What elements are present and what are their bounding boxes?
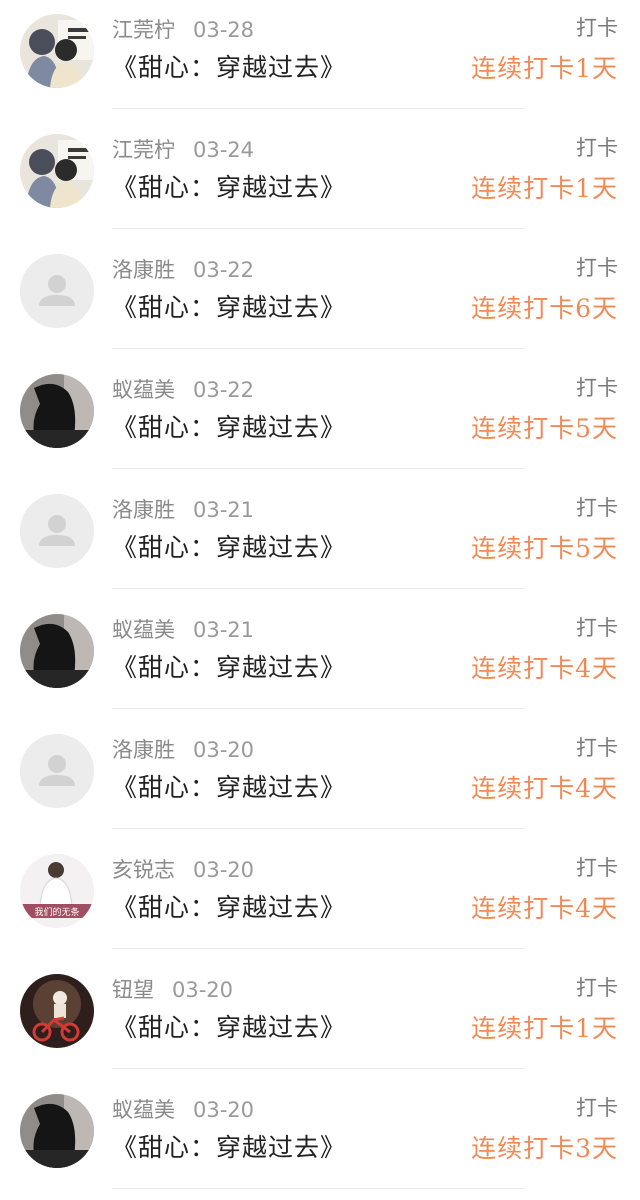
streak-count: 连续打卡6天 [471,294,618,323]
checkin-row[interactable]: 蚁蕴美 03-20 《甜心：穿越过去》 打卡连续打卡3天 [0,1080,640,1200]
girls-photo-avatar-icon[interactable] [20,14,94,88]
row-divider [112,948,526,949]
checkin-row[interactable]: 我们的无条 亥锐志 03-20 《甜心：穿越过去》 打卡连续打卡4天 [0,840,640,960]
book-title[interactable]: 《甜心：穿越过去》 [112,291,346,325]
row-divider [112,588,526,589]
checkin-type-label: 打卡 [576,16,618,40]
user-name[interactable]: 江莞柠 [112,16,175,44]
book-title[interactable]: 《甜心：穿越过去》 [112,1131,346,1165]
book-title[interactable]: 《甜心：穿越过去》 [112,1011,346,1045]
row-divider [112,348,526,349]
checkin-type-label: 打卡 [576,976,618,1000]
checkin-row[interactable]: 洛康胜 03-21 《甜心：穿越过去》 打卡连续打卡5天 [0,480,640,600]
row-divider [112,828,526,829]
girls-photo-avatar-icon[interactable] [20,134,94,208]
checkin-type-label: 打卡 [576,496,618,520]
checkin-type-label: 打卡 [576,856,618,880]
book-title[interactable]: 《甜心：穿越过去》 [112,51,346,85]
checkin-date: 03-20 [193,1098,255,1122]
streak-count: 连续打卡5天 [471,534,618,563]
streak-count: 连续打卡5天 [471,414,618,443]
checkin-type-label: 打卡 [576,376,618,400]
checkin-type-label: 打卡 [576,736,618,760]
user-name[interactable]: 亥锐志 [112,856,175,884]
checkin-row[interactable]: 洛康胜 03-20 《甜心：穿越过去》 打卡连续打卡4天 [0,720,640,840]
checkin-row[interactable]: 蚁蕴美 03-21 《甜心：穿越过去》 打卡连续打卡4天 [0,600,640,720]
row-divider [112,1188,526,1189]
checkin-row[interactable]: 钮望 03-20 《甜心：穿越过去》 打卡连续打卡1天 [0,960,640,1080]
checkin-list: 江莞柠 03-28 《甜心：穿越过去》 打卡 连续打卡1天 江莞柠 03-24 《甜心：穿越过… [0,0,640,1192]
default-user-avatar-icon[interactable] [20,734,94,808]
woman-photo-avatar-icon[interactable]: 我们的无条 [20,854,94,928]
default-user-avatar-icon[interactable] [20,254,94,328]
checkin-date: 03-22 [193,258,255,282]
streak-count: 连续打卡1天 [471,54,618,83]
streak-count: 连续打卡4天 [471,894,618,923]
user-name[interactable]: 洛康胜 [112,256,175,284]
checkin-date: 03-28 [193,18,255,42]
checkin-type-label: 打卡 [576,616,618,640]
checkin-date: 03-21 [193,498,255,522]
checkin-date: 03-22 [193,378,255,402]
svg-text:我们的无条: 我们的无条 [34,906,79,918]
checkin-row[interactable]: 蚁蕴美 03-22 《甜心：穿越过去》 打卡连续打卡5天 [0,360,640,480]
checkin-row[interactable]: 江莞柠 03-24 《甜心：穿越过去》 打卡连续打卡1天 [0,120,640,240]
checkin-row[interactable]: 洛康胜 03-22 《甜心：穿越过去》 打卡连续打卡6天 [0,240,640,360]
streak-count: 连续打卡3天 [471,1134,618,1163]
book-title[interactable]: 《甜心：穿越过去》 [112,771,346,805]
dark-hair-avatar-icon[interactable] [20,374,94,448]
checkin-row[interactable]: 江莞柠 03-28 《甜心：穿越过去》 打卡连续打卡1天 [0,0,640,120]
book-title[interactable]: 《甜心：穿越过去》 [112,891,346,925]
user-name[interactable]: 蚁蕴美 [112,1096,175,1124]
user-name[interactable]: 蚁蕴美 [112,616,175,644]
book-title[interactable]: 《甜心：穿越过去》 [112,651,346,685]
checkin-date: 03-24 [193,138,255,162]
book-title[interactable]: 《甜心：穿越过去》 [112,531,346,565]
checkin-date: 03-20 [193,738,255,762]
user-name[interactable]: 钮望 [112,976,154,1004]
user-name[interactable]: 江莞柠 [112,136,175,164]
dark-hair-avatar-icon[interactable] [20,614,94,688]
bicycle-photo-avatar-icon[interactable] [20,974,94,1048]
user-name[interactable]: 蚁蕴美 [112,376,175,404]
row-divider [112,228,526,229]
dark-hair-avatar-icon[interactable] [20,1094,94,1168]
row-divider [112,468,526,469]
user-name[interactable]: 洛康胜 [112,496,175,524]
row-divider [112,708,526,709]
row-divider [112,1068,526,1069]
checkin-date: 03-20 [193,858,255,882]
streak-count: 连续打卡1天 [471,174,618,203]
checkin-type-label: 打卡 [576,1096,618,1120]
book-title[interactable]: 《甜心：穿越过去》 [112,411,346,445]
user-name[interactable]: 洛康胜 [112,736,175,764]
streak-count: 连续打卡4天 [471,654,618,683]
checkin-type-label: 打卡 [576,136,618,160]
streak-count: 连续打卡1天 [471,1014,618,1043]
row-divider [112,108,526,109]
default-user-avatar-icon[interactable] [20,494,94,568]
checkin-date: 03-21 [193,618,255,642]
book-title[interactable]: 《甜心：穿越过去》 [112,171,346,205]
streak-count: 连续打卡4天 [471,774,618,803]
checkin-type-label: 打卡 [576,256,618,280]
checkin-date: 03-20 [172,978,234,1002]
